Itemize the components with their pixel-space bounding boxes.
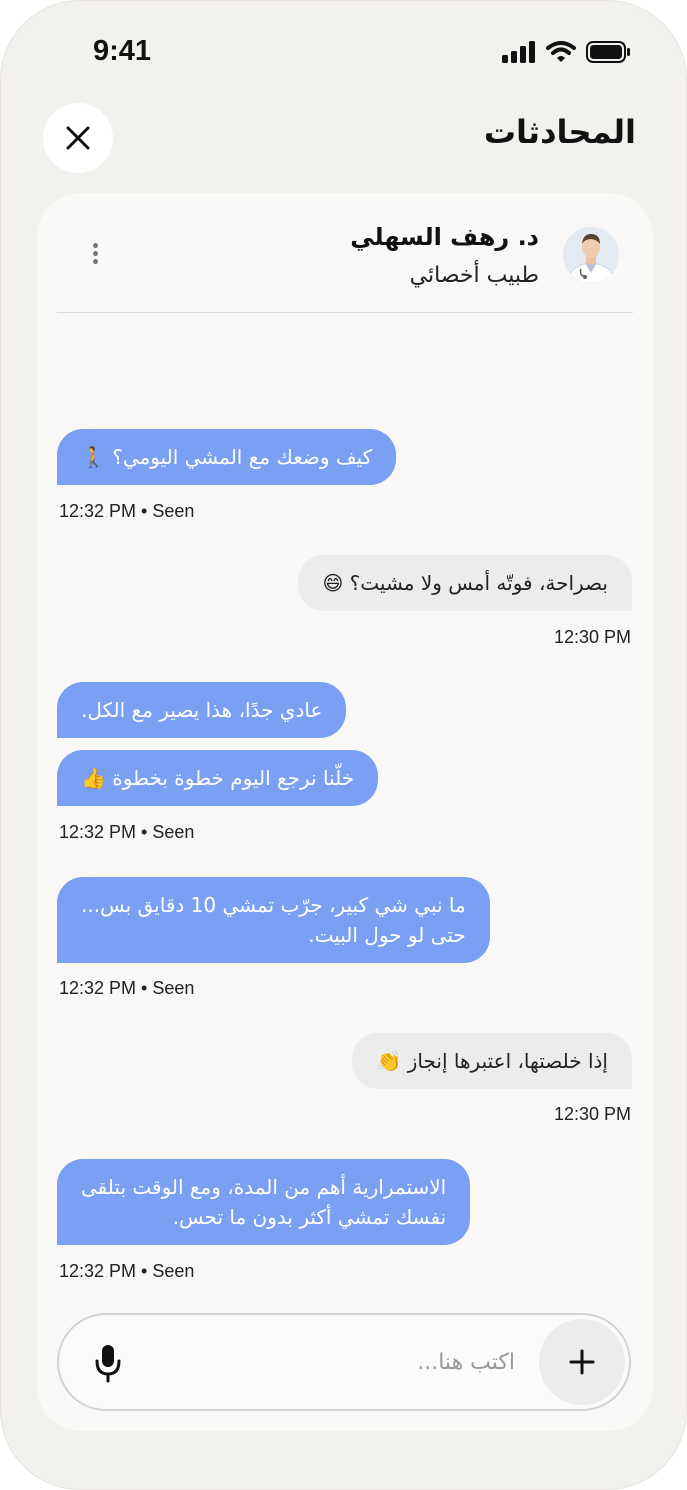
message-input[interactable] xyxy=(153,1339,517,1385)
battery-icon xyxy=(586,41,630,63)
microphone-button[interactable] xyxy=(93,1343,123,1383)
message-meta: 12:30 PM xyxy=(553,627,631,647)
more-options-button[interactable] xyxy=(85,243,105,273)
attach-button[interactable] xyxy=(539,1319,625,1405)
doctor-role: طبيب أخصائي xyxy=(409,263,539,288)
message-meta: 12:32 PM • Seen xyxy=(59,1261,195,1281)
page-title: المحادثات xyxy=(483,113,636,151)
message-composer xyxy=(57,1313,631,1411)
microphone-icon xyxy=(95,1345,121,1383)
message-text: حتى لو حول البيت. xyxy=(308,923,466,947)
message-text: الاستمرارية أهم من المدة، ومع الوقت بتلق… xyxy=(81,1175,447,1199)
message-text: نفسك تمشي أكثر بدون ما تحس. xyxy=(172,1205,447,1229)
message-bubble-received: كيف وضعك مع المشي اليومي؟ 🚶 xyxy=(57,429,397,485)
doctor-avatar-image xyxy=(563,227,619,283)
message-bubble-received: ما نبي شي كبير، جرّب تمشي 10 دقايق بس...… xyxy=(57,877,490,963)
message-meta: 12:32 PM • Seen xyxy=(59,822,195,842)
message-meta: 12:32 PM • Seen xyxy=(59,501,195,521)
message-meta: 12:30 PM xyxy=(553,1104,631,1124)
message-bubble-sent: إذا خلصتها، اعتبرها إنجاز 👏 xyxy=(352,1033,632,1089)
doctor-name: د. رهف السهلي xyxy=(350,223,539,251)
message-bubble-received: عادي جدًا، هذا يصير مع الكل. xyxy=(57,682,347,738)
plus-icon xyxy=(569,1349,595,1375)
wifi-icon xyxy=(546,41,576,62)
close-icon xyxy=(66,126,90,150)
doctor-avatar[interactable] xyxy=(563,227,619,283)
message-text: كيف وضعك مع المشي اليومي؟ 🚶 xyxy=(81,445,373,469)
phone-frame: 9:41 المحادثات د. رهف السهلي طبيب أخصائي… xyxy=(0,0,687,1490)
close-button[interactable] xyxy=(43,103,113,173)
status-bar: 9:41 xyxy=(1,31,686,75)
message-text: ما نبي شي كبير، جرّب تمشي 10 دقايق بس... xyxy=(81,893,466,917)
message-text: إذا خلصتها، اعتبرها إنجاز 👏 xyxy=(376,1049,608,1073)
chat-card: د. رهف السهلي طبيب أخصائي كيف وضعك مع ال… xyxy=(37,193,653,1431)
message-bubble-received: خلّنا نرجع اليوم خطوة بخطوة 👍 xyxy=(57,750,379,806)
more-vertical-icon xyxy=(85,243,105,264)
status-time: 9:41 xyxy=(93,35,152,67)
message-text: بصراحة، فوتّه أمس ولا مشيت؟ 😄 xyxy=(322,571,608,595)
chat-header: د. رهف السهلي طبيب أخصائي xyxy=(57,193,633,313)
message-bubble-sent: بصراحة، فوتّه أمس ولا مشيت؟ 😄 xyxy=(298,555,632,611)
message-text: خلّنا نرجع اليوم خطوة بخطوة 👍 xyxy=(81,766,355,790)
message-text: عادي جدًا، هذا يصير مع الكل. xyxy=(81,698,323,722)
signal-icon xyxy=(502,41,535,63)
message-meta: 12:32 PM • Seen xyxy=(59,978,195,998)
message-bubble-received: الاستمرارية أهم من المدة، ومع الوقت بتلق… xyxy=(57,1159,471,1245)
status-icons xyxy=(502,41,632,63)
